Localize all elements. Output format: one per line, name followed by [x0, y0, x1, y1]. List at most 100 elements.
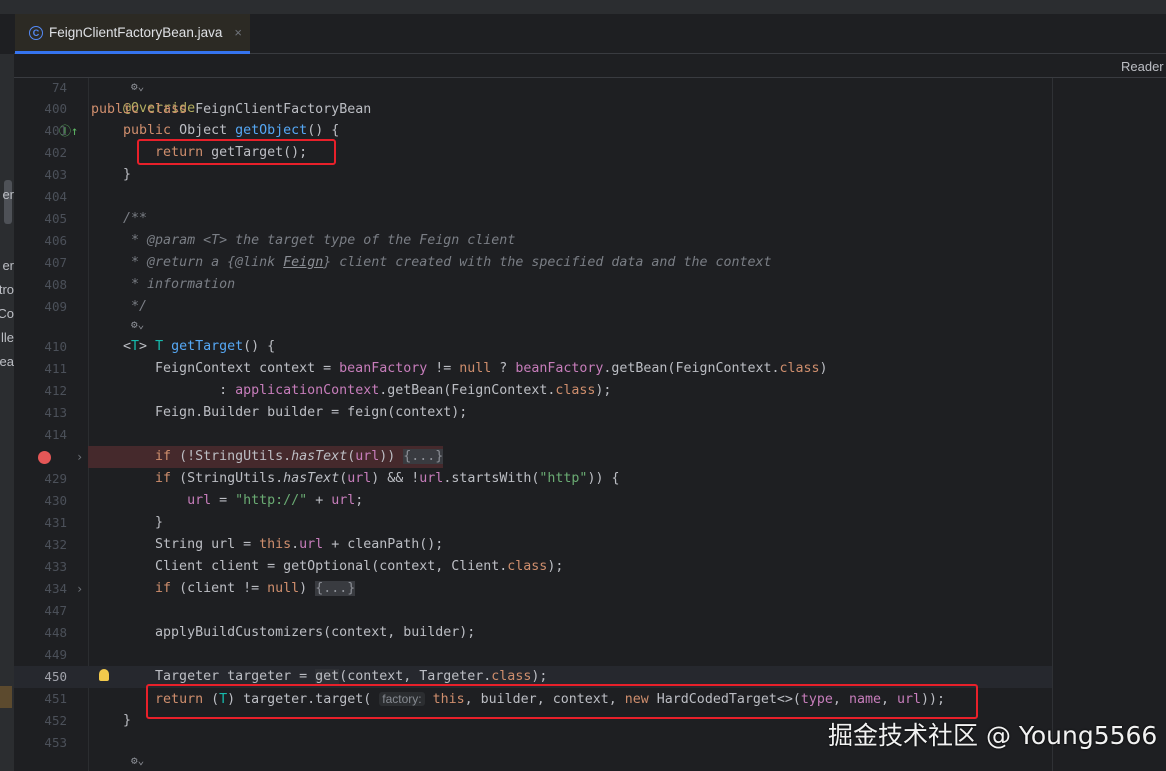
code-line[interactable]: 413 Feign.Builder builder = feign(contex…: [14, 402, 1052, 424]
project-item-fragment[interactable]: Co: [0, 306, 14, 321]
code-line: public class FeignClientFactoryBean: [91, 99, 371, 121]
line-number[interactable]: 406: [14, 230, 67, 252]
code-line[interactable]: 412 : applicationContext.getBean(FeignCo…: [14, 380, 1052, 402]
code-text: <T> T getTarget() {: [91, 336, 275, 358]
line-number[interactable]: 408: [14, 274, 67, 296]
line-number[interactable]: 447: [14, 600, 67, 622]
code-token: url: [347, 471, 372, 486]
line-number[interactable]: 405: [14, 208, 67, 230]
code-line[interactable]: 447: [14, 600, 1052, 622]
code-line[interactable]: 405 /**: [14, 208, 1052, 230]
code-line[interactable]: 433 Client client = getOptional(context,…: [14, 556, 1052, 578]
line-number[interactable]: 430: [14, 490, 67, 512]
tab-feign-client-factory-bean[interactable]: C FeignClientFactoryBean.java ×: [15, 14, 250, 54]
line-number[interactable]: 433: [14, 556, 67, 578]
line-number[interactable]: 412: [14, 380, 67, 402]
code-line[interactable]: 432 String url = this.url + cleanPath();: [14, 534, 1052, 556]
line-number[interactable]: 449: [14, 644, 67, 666]
code-line[interactable]: 414: [14, 424, 1052, 446]
project-item-fragment[interactable]: er: [2, 187, 14, 202]
code-line[interactable]: 406 * @param <T> the target type of the …: [14, 230, 1052, 252]
fold-chevron-icon[interactable]: ›: [76, 578, 83, 600]
code-token: (StringUtils.: [179, 471, 284, 486]
line-number[interactable]: 414: [14, 424, 67, 446]
line-number[interactable]: 453: [14, 732, 67, 754]
line-number[interactable]: 451: [14, 688, 67, 710]
code-token: .getBean(FeignContext.: [603, 361, 780, 376]
code-line[interactable]: 430 url = "http://" + url;: [14, 490, 1052, 512]
line-number[interactable]: 411: [14, 358, 67, 380]
line-number[interactable]: 407: [14, 252, 67, 274]
project-item-fragment[interactable]: ea: [0, 354, 14, 369]
code-token: );: [531, 669, 548, 684]
code-token: class: [507, 559, 548, 574]
folded-code[interactable]: {...}: [315, 581, 356, 596]
code-token: * information: [91, 277, 236, 292]
line-number[interactable]: 413: [14, 402, 67, 424]
project-item-fragment[interactable]: er: [2, 258, 14, 273]
line-number[interactable]: 409: [14, 296, 67, 318]
code-token: "http://": [235, 493, 308, 508]
code-text: FeignContext context = beanFactory != nu…: [91, 358, 828, 380]
line-number[interactable]: 410: [14, 336, 67, 358]
code-vision-icon[interactable]: ⚙⌄: [131, 80, 144, 93]
code-line[interactable]: 404: [14, 186, 1052, 208]
code-text: url = "http://" + url;: [91, 490, 363, 512]
code-token: );: [595, 383, 612, 398]
sticky-class-header[interactable]: 74 public class FeignClientFactoryBean: [14, 54, 1166, 117]
line-number[interactable]: 434: [14, 578, 67, 600]
code-token: String url =: [91, 537, 260, 552]
line-number[interactable]: 431: [14, 512, 67, 534]
code-line[interactable]: 409 */: [14, 296, 1052, 318]
line-number[interactable]: 452: [14, 710, 67, 732]
code-token: the target type of the Feign client: [227, 233, 516, 248]
code-token: class: [555, 383, 596, 398]
code-line[interactable]: 403 }: [14, 164, 1052, 186]
line-number[interactable]: 404: [14, 186, 67, 208]
line-number[interactable]: 429: [14, 468, 67, 490]
line-number[interactable]: 448: [14, 622, 67, 644]
line-number[interactable]: 432: [14, 534, 67, 556]
code-token: ): [299, 581, 316, 596]
code-token: applyBuildCustomizers(context, builder);: [91, 625, 476, 640]
code-line[interactable]: 429 if (StringUtils.hasText(url) && !url…: [14, 468, 1052, 490]
code-vision-icon[interactable]: ⚙⌄: [131, 754, 144, 767]
close-icon[interactable]: ×: [234, 25, 242, 40]
title-bar: [0, 0, 1166, 14]
code-text: if (!StringUtils.hasText(url)) {...}: [91, 446, 444, 468]
reader-mode-button[interactable]: Reader: [1121, 59, 1164, 74]
code-line[interactable]: 410 <T> T getTarget() {: [14, 336, 1052, 358]
folded-code[interactable]: {...}: [403, 449, 444, 464]
code-line[interactable]: 448 applyBuildCustomizers(context, build…: [14, 622, 1052, 644]
project-item-fragment[interactable]: lle: [1, 330, 14, 345]
code-line[interactable]: 407 * @return a {@link Feign} client cre…: [14, 252, 1052, 274]
code-token: Object: [179, 123, 236, 138]
code-line[interactable]: 449: [14, 644, 1052, 666]
code-text: * @return a {@link Feign} client created…: [91, 252, 772, 274]
implements-method-icon[interactable]: Ⓘ↑: [59, 120, 78, 142]
code-token: url: [355, 449, 380, 464]
code-line[interactable]: 434 › if (client != null) {...}: [14, 578, 1052, 600]
code-line[interactable]: 411 FeignContext context = beanFactory !…: [14, 358, 1052, 380]
code-line[interactable]: 408 * information: [14, 274, 1052, 296]
line-number[interactable]: 403: [14, 164, 67, 186]
code-vision-icon[interactable]: ⚙⌄: [131, 318, 144, 331]
code-token: .: [291, 537, 300, 552]
code-token: ;: [355, 493, 364, 508]
code-token: @link: [235, 255, 284, 270]
project-item-fragment[interactable]: tro: [0, 282, 14, 297]
code-token: Targeter targeter =: [91, 669, 316, 684]
breakpoint-icon[interactable]: [38, 451, 51, 464]
project-panel-edge[interactable]: er er tro Co lle ea: [0, 54, 14, 771]
code-token: () {: [307, 123, 340, 138]
code-line[interactable]: 431 }: [14, 512, 1052, 534]
code-text: }: [91, 512, 163, 534]
code-text: if (StringUtils.hasText(url) && !url.sta…: [91, 468, 619, 490]
code-line[interactable]: › if (!StringUtils.hasText(url)) {...}: [14, 446, 1052, 468]
fold-chevron-icon[interactable]: ›: [76, 446, 83, 468]
line-number[interactable]: 450: [14, 666, 67, 688]
line-number[interactable]: 402: [14, 142, 67, 164]
code-token: @param: [147, 233, 204, 248]
highlight-box: [137, 139, 336, 165]
code-token: FeignClientFactoryBean: [195, 102, 372, 117]
